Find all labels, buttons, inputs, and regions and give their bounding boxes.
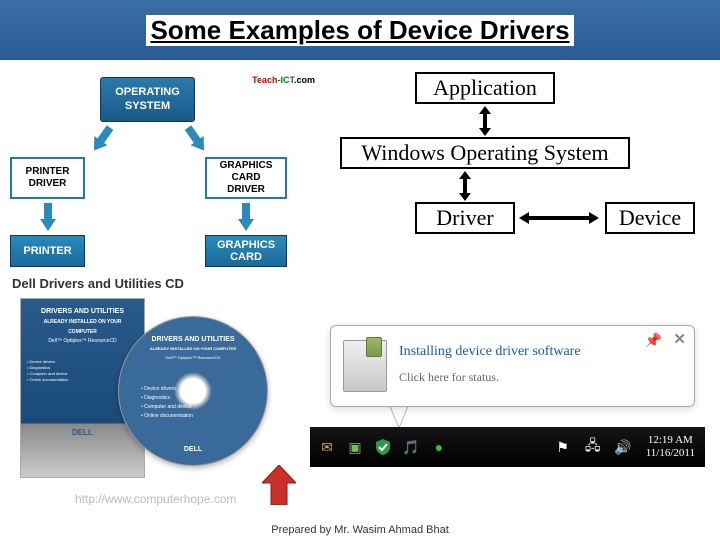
source-url: http://www.computerhope.com bbox=[75, 492, 236, 506]
flag-icon[interactable]: ⚑ bbox=[552, 436, 574, 458]
network-icon[interactable]: 🖧 bbox=[582, 436, 604, 458]
notification-title: Installing device driver software bbox=[399, 344, 581, 360]
cd-disc-dell-logo: DELL bbox=[119, 446, 267, 453]
windows-os-box: Windows Operating System bbox=[340, 137, 630, 169]
cd-disc-line2: ALREADY INSTALLED ON YOUR COMPUTER bbox=[150, 346, 236, 351]
arrow-gcard-driver-to-gcard bbox=[238, 203, 254, 231]
logo-teach: Teach bbox=[252, 75, 277, 85]
cd-cover-line1: DRIVERS AND UTILITIES bbox=[41, 308, 124, 315]
cd-cover-bullets: • Device drivers • Diagnostics • Compute… bbox=[27, 359, 68, 383]
teach-ict-logo: Teach-ICT.com bbox=[252, 75, 315, 85]
close-icon[interactable]: ✕ bbox=[673, 330, 686, 348]
arrow-printer-driver-to-printer bbox=[40, 203, 56, 231]
driver-install-notification[interactable]: Installing device driver software Click … bbox=[330, 325, 695, 407]
gcard-box: GRAPHICS CARD bbox=[205, 235, 287, 267]
footer-credit: Prepared by Mr. Wasim Ahmad Bhat bbox=[0, 524, 720, 536]
cd-cover-line2: ALREADY INSTALLED ON YOUR COMPUTER bbox=[44, 319, 122, 335]
slide-title: Some Examples of Device Drivers bbox=[146, 15, 573, 46]
tooltip-tail bbox=[390, 405, 408, 427]
device-box: Device bbox=[605, 202, 695, 234]
volume-icon[interactable]: 🔊 bbox=[612, 436, 634, 458]
chip-icon[interactable]: ▣ bbox=[344, 436, 366, 458]
cd-disc-bullets: • Device drivers • Diagnostics • Compute… bbox=[141, 385, 193, 421]
cd-disc-text: DRIVERS AND UTILITIES ALREADY INSTALLED … bbox=[119, 335, 267, 362]
dell-cd-area: DRIVERS AND UTILITIES ALREADY INSTALLED … bbox=[20, 298, 290, 483]
arrow-os-to-gcard-driver bbox=[181, 123, 210, 155]
pin-icon[interactable]: 📌 bbox=[645, 332, 662, 349]
computer-icon bbox=[343, 340, 387, 392]
notification-subtitle: Click here for status. bbox=[399, 370, 499, 385]
arrow-driver-device bbox=[519, 210, 599, 226]
driver-box: Driver bbox=[415, 202, 515, 234]
printer-box: PRINTER bbox=[10, 235, 85, 267]
dell-cd-title: Dell Drivers and Utilities CD bbox=[12, 276, 184, 291]
printer-driver-box: PRINTER DRIVER bbox=[10, 157, 85, 199]
gcard-driver-box: GRAPHICS CARD DRIVER bbox=[205, 157, 287, 199]
logo-com: .com bbox=[294, 75, 315, 85]
logo-ict: -ICT bbox=[277, 75, 294, 85]
green-circle-icon[interactable]: ● bbox=[428, 436, 450, 458]
cd-disc-line3: Dell™ Optiplex™ ResourceCD bbox=[166, 355, 221, 360]
title-bar: Some Examples of Device Drivers bbox=[0, 0, 720, 60]
mail-icon[interactable]: ✉ bbox=[316, 436, 338, 458]
note-icon[interactable]: 🎵 bbox=[400, 436, 422, 458]
red-up-arrow-icon bbox=[262, 465, 296, 505]
arrow-os-to-printer-driver bbox=[87, 123, 116, 155]
cd-disc-line1: DRIVERS AND UTILITIES bbox=[152, 336, 235, 343]
cd-cover-dell-logo: DELL bbox=[21, 428, 144, 437]
cd-disc: DRIVERS AND UTILITIES ALREADY INSTALLED … bbox=[118, 316, 268, 466]
clock[interactable]: 12:19 AM 11/16/2011 bbox=[642, 434, 699, 460]
clock-time: 12:19 AM bbox=[646, 434, 695, 447]
os-box: OPERATING SYSTEM bbox=[100, 77, 195, 122]
arrow-app-os bbox=[477, 106, 493, 136]
taskbar: ✉ ▣ 🎵 ● ⚑ 🖧 🔊 12:19 AM 11/16/2011 bbox=[310, 427, 705, 467]
application-box: Application bbox=[415, 72, 555, 104]
tray-right: ⚑ 🖧 🔊 12:19 AM 11/16/2011 bbox=[552, 434, 699, 460]
arrow-os-driver bbox=[457, 171, 473, 201]
content-area: Teach-ICT.com OPERATING SYSTEM PRINTER D… bbox=[0, 60, 720, 515]
shield-icon[interactable] bbox=[372, 436, 394, 458]
cd-cover-line3: Dell™ Optiplex™ ResourceCD bbox=[48, 338, 116, 344]
clock-date: 11/16/2011 bbox=[646, 447, 695, 460]
